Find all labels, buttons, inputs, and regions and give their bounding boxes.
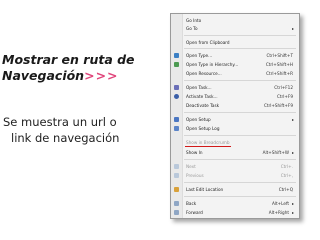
setup-icon (174, 116, 179, 122)
setup-log-icon (174, 125, 179, 131)
menu-item-next[interactable]: Next Ctrl+. (171, 162, 299, 170)
slide-subtitle: Se muestra un url o link de navegación (3, 114, 173, 146)
menu-item-label: Next (186, 163, 196, 169)
menu-item-open-setup[interactable]: Open Setup ▸ (171, 115, 299, 123)
chevrons-decoration: >>> (84, 68, 119, 83)
submenu-arrow-icon: ▸ (291, 116, 294, 122)
menu-item-shortcut: Ctrl+Shift+R (266, 70, 293, 76)
menu-separator (184, 196, 296, 197)
slide-title-line2: Navegación>>> (2, 68, 170, 84)
menu-item-label: Open Setup (186, 116, 211, 122)
menu-item-go-into[interactable]: Go Into (171, 16, 299, 24)
back-icon (174, 200, 179, 206)
menu-item-label: Forward (186, 209, 203, 215)
submenu-arrow-icon: ▸ (291, 25, 294, 31)
menu-item-label: Show In (186, 149, 203, 155)
menu-item-shortcut: Ctrl+Q (278, 186, 293, 192)
menu-separator (184, 182, 296, 183)
slide-subtitle-line2: link de navegación (11, 131, 120, 145)
menu-item-last-edit-location[interactable]: Last Edit Location Ctrl+Q (171, 185, 299, 193)
previous-icon (174, 172, 179, 178)
menu-item-open-type-hierarchy[interactable]: Open Type in Hierarchy... Ctrl+Shift+H (171, 60, 299, 68)
menu-item-open-resource[interactable]: Open Resource... Ctrl+Shift+R (171, 69, 299, 77)
task-icon (174, 84, 179, 90)
slide-text-panel: Mostrar en ruta de Navegación>>> Se mues… (0, 0, 170, 240)
hierarchy-icon (174, 61, 179, 67)
menu-separator (184, 135, 296, 136)
menu-item-open-type[interactable]: Open Type... Ctrl+Shift+T (171, 51, 299, 59)
submenu-arrow-icon: ▸ (291, 209, 294, 215)
menu-item-label: Last Edit Location (186, 186, 224, 192)
menu-item-shortcut: Ctrl+, (280, 172, 293, 178)
menu-item-label: Open Task... (186, 84, 212, 90)
submenu-arrow-icon: ▸ (291, 200, 294, 206)
menu-item-open-setup-log[interactable]: Open Setup Log (171, 124, 299, 132)
menu-item-label: Deactivate Task (186, 102, 220, 108)
menu-item-forward[interactable]: Forward Alt+Right ▸ (171, 208, 299, 216)
menu-item-shortcut: Ctrl+Shift+F9 (263, 102, 293, 108)
menu-item-label: Open Type in Hierarchy... (186, 61, 239, 67)
type-icon (174, 52, 179, 58)
slide-title: Mostrar en ruta de Navegación>>> (2, 52, 170, 84)
menu-separator (184, 35, 296, 36)
menu-item-shortcut: Ctrl+Shift+T (266, 52, 293, 58)
menu-item-label: Previous (186, 172, 204, 178)
menu-item-label: Show in Breadcrumb (186, 139, 230, 145)
submenu-arrow-icon: ▸ (291, 149, 294, 155)
menu-item-go-to[interactable]: Go To ▸ (171, 24, 299, 32)
menu-item-shortcut: Ctrl+F12 (274, 84, 293, 90)
menu-item-label: Back (186, 200, 197, 206)
menu-item-shortcut: Ctrl+. (280, 163, 293, 169)
menu-item-shortcut: Alt+Right (268, 209, 289, 215)
menu-item-label: Activate Task... (186, 93, 218, 99)
menu-separator (184, 112, 296, 113)
menu-item-shortcut: Ctrl+Shift+H (265, 61, 293, 67)
forward-icon (174, 209, 179, 215)
menu-item-label: Go Into (186, 17, 202, 23)
menu-separator (184, 80, 296, 81)
menu-item-label: Open Resource... (186, 70, 222, 76)
menu-item-label: Go To (186, 25, 198, 31)
slide-subtitle-line1: Se muestra un url o (3, 115, 117, 129)
menu-separator (184, 159, 296, 160)
menu-item-label: Open Setup Log (186, 125, 220, 131)
next-icon (174, 163, 179, 169)
menu-item-deactivate-task[interactable]: Deactivate Task Ctrl+Shift+F9 (171, 101, 299, 109)
menu-item-show-in[interactable]: Show In Alt+Shift+W ▸ (171, 148, 299, 156)
menu-item-label: Open Type... (186, 52, 213, 58)
activate-task-icon (174, 93, 179, 99)
menu-item-open-task[interactable]: Open Task... Ctrl+F12 (171, 83, 299, 91)
menu-separator (184, 48, 296, 49)
last-edit-icon (174, 186, 179, 192)
slide-title-line1: Mostrar en ruta de (2, 52, 135, 67)
menu-item-label: Open from Clipboard (186, 39, 230, 45)
menu-item-shortcut: Ctrl+F9 (276, 93, 293, 99)
menu-item-open-from-clipboard[interactable]: Open from Clipboard (171, 38, 299, 46)
highlight-underline (185, 146, 231, 147)
menu-item-activate-task[interactable]: Activate Task... Ctrl+F9 (171, 92, 299, 100)
menu-item-show-in-breadcrumb[interactable]: Show in Breadcrumb (171, 138, 299, 146)
slide-title-word: Navegación (2, 68, 85, 83)
navigate-context-menu: Go Into Go To ▸ Open from Clipboard Open… (170, 13, 300, 219)
menu-item-previous[interactable]: Previous Ctrl+, (171, 171, 299, 179)
menu-item-shortcut: Alt+Left (271, 200, 289, 206)
menu-item-back[interactable]: Back Alt+Left ▸ (171, 199, 299, 207)
menu-item-shortcut: Alt+Shift+W (262, 149, 289, 155)
